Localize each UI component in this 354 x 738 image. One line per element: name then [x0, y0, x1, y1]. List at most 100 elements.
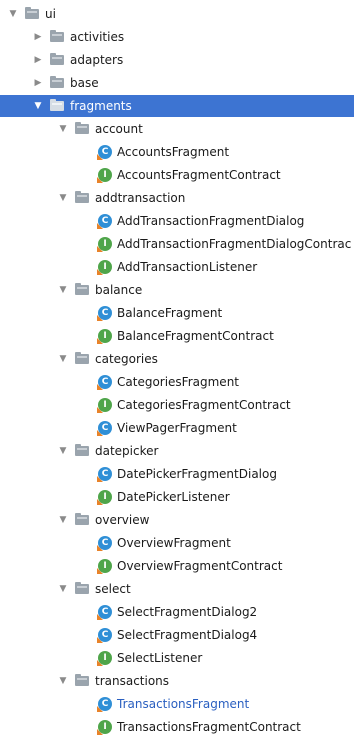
file-label: BalanceFragmentContract: [117, 329, 274, 343]
folder-icon: [75, 513, 89, 525]
folder-label: fragments: [70, 99, 132, 113]
tree-folder-categories[interactable]: ▼ categories: [0, 348, 354, 370]
file-label: SelectFragmentDialog2: [117, 605, 258, 619]
file-label: SelectListener: [117, 651, 203, 665]
class-icon: C: [97, 467, 112, 482]
tree-file-accounts-fragment-contract[interactable]: I AccountsFragmentContract: [0, 164, 354, 186]
tree-file-categories-fragment-contract[interactable]: I CategoriesFragmentContract: [0, 394, 354, 416]
folder-label: base: [70, 76, 99, 90]
folder-label: activities: [70, 30, 125, 44]
file-label: ViewPagerFragment: [117, 421, 237, 435]
expand-arrow-icon[interactable]: ▼: [57, 670, 69, 692]
expand-arrow-icon[interactable]: ▼: [57, 118, 69, 140]
tree-file-select-fragment-dialog4[interactable]: C SelectFragmentDialog4: [0, 624, 354, 646]
folder-icon: [50, 30, 64, 42]
tree-file-overview-fragment[interactable]: C OverviewFragment: [0, 532, 354, 554]
class-icon: C: [97, 697, 112, 712]
folder-label: balance: [95, 283, 143, 297]
folder-icon: [75, 352, 89, 364]
folder-icon: [50, 76, 64, 88]
file-label: AccountsFragment: [117, 145, 230, 159]
tree-file-add-transaction-fragment-dialog[interactable]: C AddTransactionFragmentDialog: [0, 210, 354, 232]
file-label: TransactionsFragment: [117, 697, 250, 711]
folder-label: transactions: [95, 674, 170, 688]
file-label: DatePickerFragmentDialog: [117, 467, 277, 481]
interface-icon: I: [97, 168, 112, 183]
tree-file-categories-fragment[interactable]: C CategoriesFragment: [0, 371, 354, 393]
tree-file-select-listener[interactable]: I SelectListener: [0, 647, 354, 669]
folder-label: account: [95, 122, 143, 136]
file-label: CategoriesFragmentContract: [117, 398, 291, 412]
file-label: BalanceFragment: [117, 306, 223, 320]
folder-icon: [75, 191, 89, 203]
tree-folder-fragments[interactable]: ▼ fragments: [0, 95, 354, 117]
folder-label: categories: [95, 352, 158, 366]
folder-icon: [75, 283, 89, 295]
tree-file-select-fragment-dialog2[interactable]: C SelectFragmentDialog2: [0, 601, 354, 623]
class-icon: C: [97, 421, 112, 436]
expand-arrow-icon[interactable]: ▼: [57, 440, 69, 462]
interface-icon: I: [97, 651, 112, 666]
tree-folder-overview[interactable]: ▼ overview: [0, 509, 354, 531]
folder-icon: [25, 7, 39, 19]
collapse-arrow-icon[interactable]: ▶: [32, 26, 44, 48]
tree-folder-balance[interactable]: ▼ balance: [0, 279, 354, 301]
tree-folder-ui[interactable]: ▼ ui: [0, 3, 354, 25]
tree-file-add-transaction-listener[interactable]: I AddTransactionListener: [0, 256, 354, 278]
folder-icon: [75, 444, 89, 456]
tree-folder-datepicker[interactable]: ▼ datepicker: [0, 440, 354, 462]
folder-icon: [50, 99, 64, 111]
expand-arrow-icon[interactable]: ▼: [57, 187, 69, 209]
class-icon: C: [97, 214, 112, 229]
interface-icon: I: [97, 490, 112, 505]
file-label: AccountsFragmentContract: [117, 168, 281, 182]
tree-file-balance-fragment[interactable]: C BalanceFragment: [0, 302, 354, 324]
folder-label: select: [95, 582, 131, 596]
collapse-arrow-icon[interactable]: ▶: [32, 72, 44, 94]
tree-file-balance-fragment-contract[interactable]: I BalanceFragmentContract: [0, 325, 354, 347]
tree-folder-account[interactable]: ▼ account: [0, 118, 354, 140]
file-label: AddTransactionFragmentDialogContrac: [117, 237, 352, 251]
folder-label: addtransaction: [95, 191, 186, 205]
expand-arrow-icon[interactable]: ▼: [57, 578, 69, 600]
expand-arrow-icon[interactable]: ▼: [57, 348, 69, 370]
interface-icon: I: [97, 398, 112, 413]
tree-folder-base[interactable]: ▶ base: [0, 72, 354, 94]
folder-label: adapters: [70, 53, 124, 67]
expand-arrow-icon[interactable]: ▼: [57, 279, 69, 301]
file-label: AddTransactionFragmentDialog: [117, 214, 305, 228]
tree-file-view-pager-fragment[interactable]: C ViewPagerFragment: [0, 417, 354, 439]
file-label: OverviewFragment: [117, 536, 231, 550]
collapse-arrow-icon[interactable]: ▶: [32, 49, 44, 71]
expand-arrow-icon[interactable]: ▼: [57, 509, 69, 531]
tree-folder-select[interactable]: ▼ select: [0, 578, 354, 600]
tree-file-add-transaction-fragment-dialog-contract[interactable]: I AddTransactionFragmentDialogContrac: [0, 233, 354, 255]
file-label: SelectFragmentDialog4: [117, 628, 258, 642]
tree-folder-transactions[interactable]: ▼ transactions: [0, 670, 354, 692]
class-icon: C: [97, 306, 112, 321]
expand-arrow-icon[interactable]: ▼: [32, 95, 44, 117]
tree-file-accounts-fragment[interactable]: C AccountsFragment: [0, 141, 354, 163]
interface-icon: I: [97, 559, 112, 574]
folder-icon: [75, 674, 89, 686]
folder-icon: [75, 122, 89, 134]
class-icon: C: [97, 145, 112, 160]
class-icon: C: [97, 605, 112, 620]
folder-icon: [75, 582, 89, 594]
expand-arrow-icon[interactable]: ▼: [7, 3, 19, 25]
tree-file-transactions-fragment-contract[interactable]: I TransactionsFragmentContract: [0, 716, 354, 738]
interface-icon: I: [97, 720, 112, 735]
interface-icon: I: [97, 260, 112, 275]
file-label: CategoriesFragment: [117, 375, 239, 389]
interface-icon: I: [97, 237, 112, 252]
tree-folder-activities[interactable]: ▶ activities: [0, 26, 354, 48]
folder-label: overview: [95, 513, 150, 527]
tree-file-transactions-fragment[interactable]: C TransactionsFragment: [0, 693, 354, 715]
tree-folder-addtransaction[interactable]: ▼ addtransaction: [0, 187, 354, 209]
class-icon: C: [97, 628, 112, 643]
tree-file-date-picker-fragment-dialog[interactable]: C DatePickerFragmentDialog: [0, 463, 354, 485]
tree-file-overview-fragment-contract[interactable]: I OverviewFragmentContract: [0, 555, 354, 577]
tree-file-date-picker-listener[interactable]: I DatePickerListener: [0, 486, 354, 508]
file-label: DatePickerListener: [117, 490, 230, 504]
tree-folder-adapters[interactable]: ▶ adapters: [0, 49, 354, 71]
